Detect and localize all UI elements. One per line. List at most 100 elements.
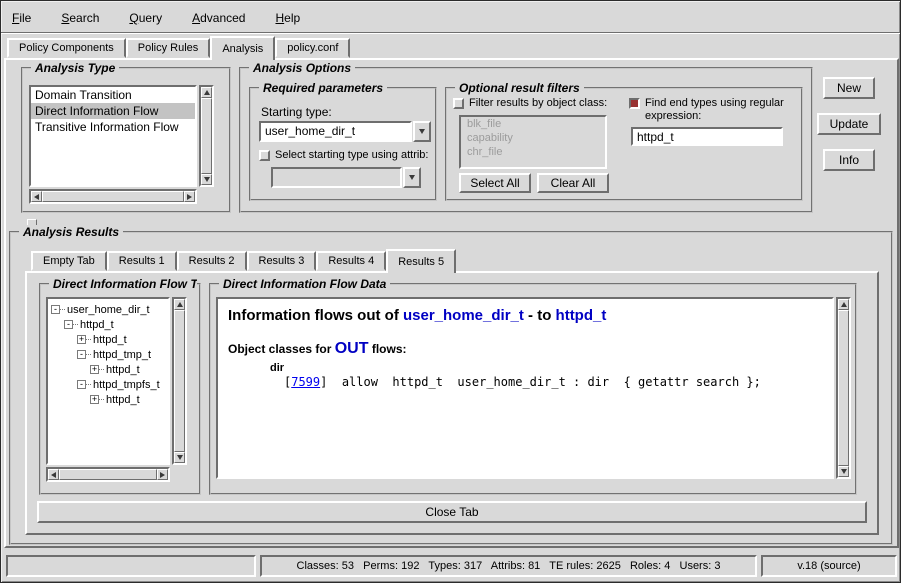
tree-node-label[interactable]: user_home_dir_t xyxy=(65,304,150,316)
starting-type-dropdown-button[interactable] xyxy=(413,121,431,142)
object-class-item: blk_file xyxy=(461,117,605,131)
object-classes-line: Object classes for OUT flows: xyxy=(228,340,822,358)
data-vertical-scrollbar[interactable] xyxy=(836,297,851,479)
arrow-down-icon xyxy=(204,177,210,182)
main-tab-bar: Policy Components Policy Rules Analysis … xyxy=(7,34,350,58)
tree-expander-icon[interactable]: + xyxy=(90,395,99,404)
results-tab-bar: Empty Tab Results 1 Results 2 Results 3 … xyxy=(31,247,456,271)
tree-node[interactable]: + httpd_t xyxy=(49,362,167,377)
menu-advanced[interactable]: Advanced xyxy=(189,9,248,27)
regex-input[interactable] xyxy=(631,127,783,146)
list-item-transitive-information-flow[interactable]: Transitive Information Flow xyxy=(31,119,195,135)
tab-results-1[interactable]: Results 1 xyxy=(107,251,177,271)
update-button[interactable]: Update xyxy=(817,113,881,135)
scrollbar-thumb[interactable] xyxy=(59,469,157,480)
arrow-left-icon xyxy=(34,194,39,200)
arrow-down-icon xyxy=(177,455,183,460)
attrib-checkbox-row[interactable]: Select starting type using attrib: xyxy=(259,149,433,162)
tab-results-5[interactable]: Results 5 xyxy=(386,249,456,273)
tree-node-label[interactable]: httpd_tmp_t xyxy=(91,349,151,361)
select-all-button[interactable]: Select All xyxy=(459,173,531,193)
scrollbar-thumb[interactable] xyxy=(174,310,185,452)
tab-results-2[interactable]: Results 2 xyxy=(177,251,247,271)
tree-node-label[interactable]: httpd_t xyxy=(78,319,114,331)
scroll-down-button[interactable] xyxy=(838,466,849,477)
info-button[interactable]: Info xyxy=(823,149,875,171)
tree-expander-icon[interactable]: - xyxy=(77,380,86,389)
list-item-domain-transition[interactable]: Domain Transition xyxy=(31,87,195,103)
tree-node-label[interactable]: httpd_tmpfs_t xyxy=(91,379,160,391)
scrollbar-thumb[interactable] xyxy=(42,191,184,202)
analysis-type-vertical-scrollbar[interactable] xyxy=(199,85,214,187)
tree-node-label[interactable]: httpd_t xyxy=(104,394,140,406)
scroll-down-button[interactable] xyxy=(174,452,185,463)
list-item-direct-information-flow[interactable]: Direct Information Flow xyxy=(31,103,195,119)
analysis-options-title: Analysis Options xyxy=(249,61,355,75)
analysis-results-title: Analysis Results xyxy=(19,225,123,239)
menu-file[interactable]: File xyxy=(9,9,34,27)
scroll-left-button[interactable] xyxy=(48,469,59,480)
tab-policy-components[interactable]: Policy Components xyxy=(7,38,126,58)
menu-bar: File Search Query Advanced Help xyxy=(9,7,303,29)
object-class-filter-checkbox[interactable] xyxy=(453,98,464,109)
scroll-up-button[interactable] xyxy=(838,299,849,310)
tab-policy-conf[interactable]: policy.conf xyxy=(275,38,350,58)
tab-analysis[interactable]: Analysis xyxy=(210,36,275,60)
clear-all-button[interactable]: Clear All xyxy=(537,173,609,193)
analysis-type-listbox[interactable]: Domain Transition Direct Information Flo… xyxy=(29,85,197,187)
scroll-left-button[interactable] xyxy=(31,191,42,202)
attrib-combobox xyxy=(271,167,421,188)
status-version: v.18 (source) xyxy=(761,555,897,577)
starting-type-value[interactable]: user_home_dir_t xyxy=(259,121,412,142)
starting-type-combobox[interactable]: user_home_dir_t xyxy=(259,121,431,142)
scrollbar-thumb[interactable] xyxy=(838,310,849,466)
tree-node[interactable]: + httpd_t xyxy=(49,332,167,347)
tree-vertical-scrollbar[interactable] xyxy=(172,297,187,465)
tree-node[interactable]: -user_home_dir_t xyxy=(49,302,167,317)
chevron-down-icon xyxy=(419,129,425,134)
flow-data-textarea[interactable]: Information flows out of user_home_dir_t… xyxy=(216,297,834,479)
regex-checkbox-row[interactable]: Find end types using regular expression: xyxy=(629,97,799,123)
tree-expander-icon[interactable]: - xyxy=(64,320,73,329)
tree-expander-icon[interactable]: - xyxy=(51,305,60,314)
tree-node[interactable]: -httpd_t xyxy=(49,317,167,332)
obj-line-suffix: flows: xyxy=(369,342,407,356)
object-class-filter-label: Filter results by object class: xyxy=(469,97,607,110)
tree-expander-icon[interactable]: + xyxy=(90,365,99,374)
tree-node[interactable]: -httpd_tmpfs_t xyxy=(49,377,167,392)
tab-results-3[interactable]: Results 3 xyxy=(247,251,317,271)
object-class-item: capability xyxy=(461,131,605,145)
scroll-right-button[interactable] xyxy=(157,469,168,480)
tree-expander-icon[interactable]: - xyxy=(77,350,86,359)
target-type: httpd_t xyxy=(556,307,607,324)
menu-query[interactable]: Query xyxy=(126,9,165,27)
rule-number-link[interactable]: 7599 xyxy=(291,375,320,389)
starting-type-label: Starting type: xyxy=(261,105,332,119)
scroll-up-button[interactable] xyxy=(174,299,185,310)
scroll-up-button[interactable] xyxy=(201,87,212,98)
tab-results-4[interactable]: Results 4 xyxy=(316,251,386,271)
object-class-filter-checkbox-row[interactable]: Filter results by object class: xyxy=(453,97,625,110)
menu-help[interactable]: Help xyxy=(272,9,303,27)
flow-tree[interactable]: -user_home_dir_t -httpd_t +httpd_t -http… xyxy=(46,297,170,465)
tree-horizontal-scrollbar[interactable] xyxy=(46,467,170,482)
new-button[interactable]: New xyxy=(823,77,875,99)
scroll-right-button[interactable] xyxy=(184,191,195,202)
attrib-dropdown-button xyxy=(403,167,421,188)
status-bar: Classes: 53 Perms: 192 Types: 317 Attrib… xyxy=(3,552,900,580)
tree-node-label[interactable]: httpd_t xyxy=(91,334,127,346)
tab-empty[interactable]: Empty Tab xyxy=(31,251,107,271)
regex-checkbox[interactable] xyxy=(629,98,640,109)
tab-policy-rules[interactable]: Policy Rules xyxy=(126,38,211,58)
analysis-type-horizontal-scrollbar[interactable] xyxy=(29,189,197,204)
close-tab-button[interactable]: Close Tab xyxy=(37,501,867,523)
tree-node[interactable]: + httpd_t xyxy=(49,392,167,407)
tree-node-label[interactable]: httpd_t xyxy=(104,364,140,376)
scroll-down-button[interactable] xyxy=(201,174,212,185)
tree-expander-icon[interactable]: + xyxy=(77,335,86,344)
attrib-checkbox[interactable] xyxy=(259,150,270,161)
scrollbar-thumb[interactable] xyxy=(201,98,212,174)
menu-search[interactable]: Search xyxy=(58,9,102,27)
object-class-item: chr_file xyxy=(461,145,605,159)
tree-node[interactable]: -httpd_tmp_t xyxy=(49,347,167,362)
